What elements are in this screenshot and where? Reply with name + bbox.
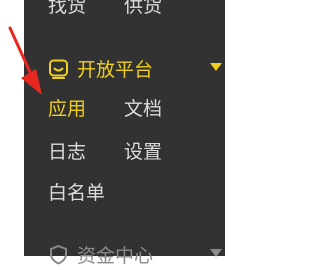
sidebar-nav: 找货 供货 开放平台 应用 文档 日志 设置 白名单 资金中心 bbox=[24, 0, 225, 267]
open-platform-title: 开放平台 bbox=[77, 58, 154, 81]
submenu-item-settings[interactable]: 设置 bbox=[124, 140, 162, 164]
submenu-item-whitelist[interactable]: 白名单 bbox=[48, 181, 105, 205]
submenu-item-apps[interactable]: 应用 bbox=[48, 97, 86, 121]
smile-box-icon bbox=[48, 58, 69, 79]
chevron-down-icon[interactable] bbox=[210, 63, 222, 71]
submenu-item-logs[interactable]: 日志 bbox=[48, 140, 86, 164]
shield-icon bbox=[48, 244, 69, 265]
funds-center-title: 资金中心 bbox=[77, 244, 154, 267]
submenu-item-docs[interactable]: 文档 bbox=[124, 97, 162, 121]
funds-center-header[interactable]: 资金中心 bbox=[48, 240, 153, 268]
open-platform-header[interactable]: 开放平台 bbox=[48, 54, 153, 82]
nav-link-supply[interactable]: 供货 bbox=[124, 0, 162, 18]
nav-link-find-goods[interactable]: 找货 bbox=[48, 0, 86, 18]
